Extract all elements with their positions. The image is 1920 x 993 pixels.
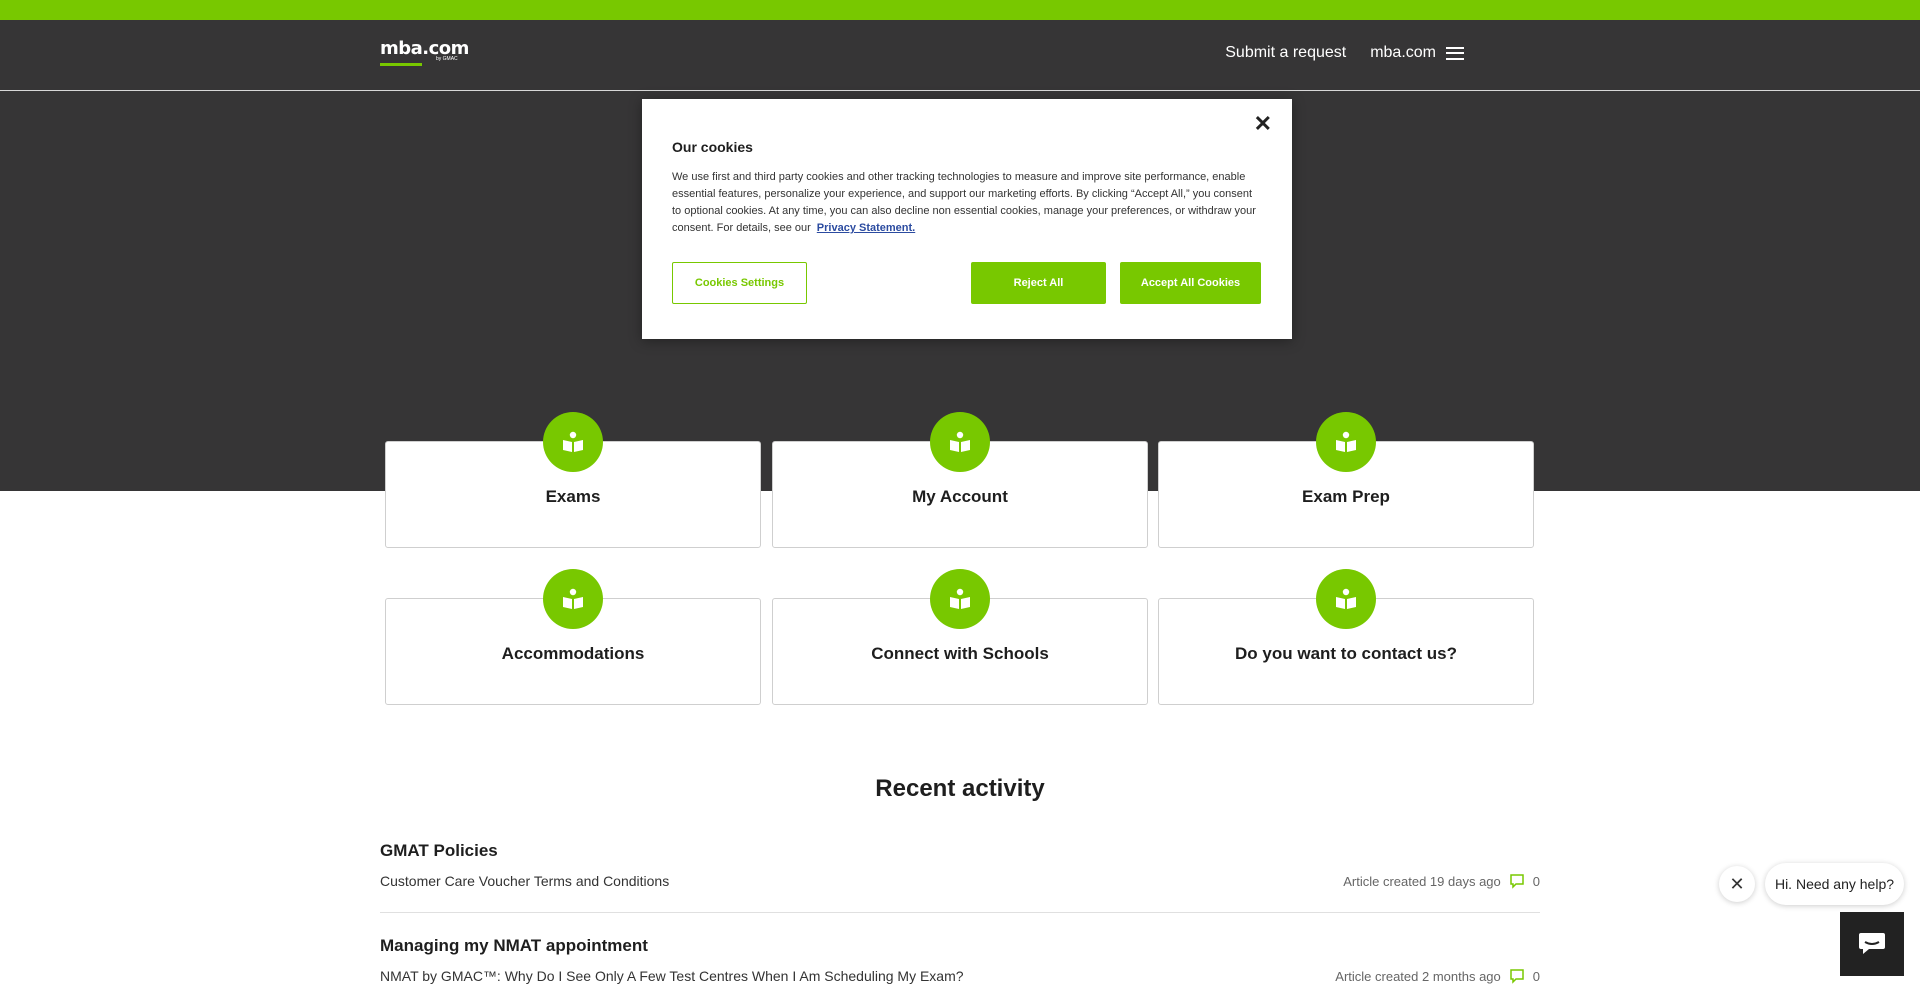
- category-card-title: Exam Prep: [1302, 487, 1390, 506]
- chat-greeting-bubble[interactable]: Hi. Need any help?: [1765, 863, 1904, 905]
- recent-activity-title: Recent activity: [875, 775, 1045, 802]
- activity-meta-text: Article created 2 months ago: [1335, 968, 1501, 984]
- logo-subtext: by GMAC: [436, 56, 458, 62]
- book-icon: [1316, 569, 1376, 629]
- book-icon: [1316, 412, 1376, 472]
- comment-icon: [1510, 874, 1524, 889]
- book-icon: [543, 569, 603, 629]
- category-card-title: Connect with Schools: [871, 644, 1049, 663]
- cookies-settings-button[interactable]: Cookies Settings: [672, 262, 807, 304]
- activity-article-link[interactable]: NMAT by GMAC™: Why Do I See Only A Few T…: [380, 968, 964, 984]
- book-icon: [930, 569, 990, 629]
- activity-section-link[interactable]: GMAT Policies: [380, 841, 1540, 861]
- activity-item: Managing my NMAT appointment NMAT by GMA…: [380, 936, 1540, 984]
- cookie-dialog-body: We use first and third party cookies and…: [672, 171, 1256, 234]
- category-card-title: My Account: [912, 487, 1008, 506]
- activity-meta: Article created 19 days ago 0: [1343, 873, 1540, 889]
- cookie-dialog-title: Our cookies: [672, 139, 753, 155]
- logo-underline: [380, 63, 422, 66]
- mba-menu-label: mba.com: [1370, 44, 1436, 61]
- activity-section-link[interactable]: Managing my NMAT appointment: [380, 936, 1540, 956]
- hamburger-icon: [1446, 46, 1464, 60]
- activity-meta-text: Article created 19 days ago: [1343, 873, 1501, 889]
- activity-divider: [380, 912, 1540, 913]
- header-nav: Submit a request mba.com: [1225, 44, 1464, 62]
- activity-item: GMAT Policies Customer Care Voucher Term…: [380, 841, 1540, 889]
- chat-icon: [1859, 933, 1885, 954]
- book-icon: [930, 412, 990, 472]
- cookie-dialog-text: We use first and third party cookies and…: [672, 169, 1262, 237]
- category-card-title: Do you want to contact us?: [1235, 644, 1457, 663]
- cookie-consent-dialog: ✕ Our cookies We use first and third par…: [642, 99, 1292, 339]
- chat-close-icon[interactable]: ✕: [1719, 866, 1755, 902]
- close-icon[interactable]: ✕: [1254, 113, 1272, 135]
- reject-all-button[interactable]: Reject All: [971, 262, 1106, 304]
- comment-icon: [1510, 969, 1524, 984]
- category-card-title: Exams: [545, 487, 601, 506]
- submit-request-link[interactable]: Submit a request: [1225, 44, 1346, 62]
- privacy-statement-link[interactable]: Privacy Statement.: [817, 222, 915, 234]
- category-card-title: Accommodations: [501, 644, 645, 663]
- chat-launcher-button[interactable]: [1840, 912, 1904, 976]
- activity-comment-count: 0: [1532, 968, 1540, 984]
- top-accent-strip: [0, 0, 1920, 20]
- mba-logo[interactable]: mba.com by GMAC: [380, 38, 469, 66]
- activity-meta: Article created 2 months ago 0: [1335, 968, 1540, 984]
- mba-menu-button[interactable]: mba.com: [1370, 44, 1464, 62]
- accept-all-cookies-button[interactable]: Accept All Cookies: [1120, 262, 1261, 304]
- book-icon: [543, 412, 603, 472]
- activity-comment-count: 0: [1532, 873, 1540, 889]
- activity-article-link[interactable]: Customer Care Voucher Terms and Conditio…: [380, 873, 669, 889]
- site-header: mba.com by GMAC Submit a request mba.com: [0, 20, 1920, 91]
